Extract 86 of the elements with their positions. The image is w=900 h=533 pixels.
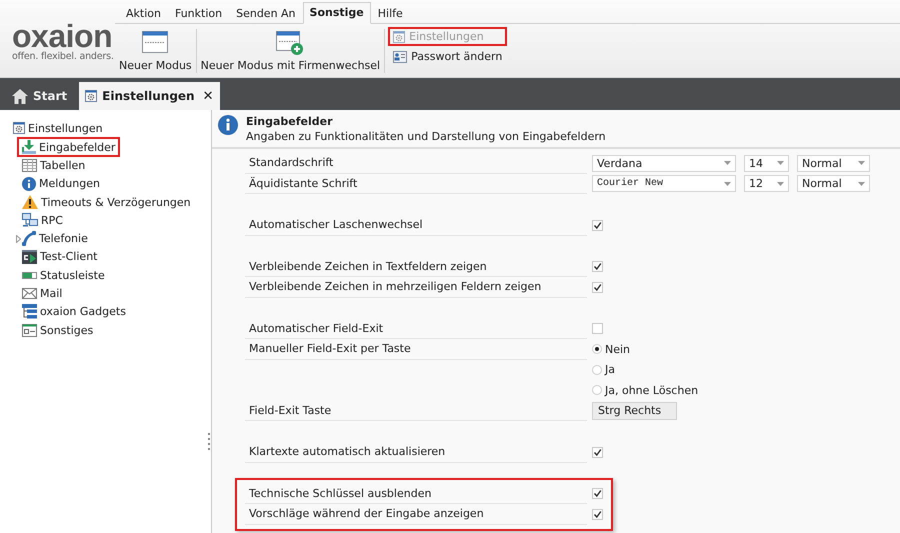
- setting-label: Automatischer Field-Exit: [245, 318, 587, 339]
- setting-label: Verbleibende Zeichen in Textfeldern zeigen: [245, 256, 587, 277]
- window-icon: [142, 30, 168, 54]
- setting-label: Verbleibende Zeichen in mehrzeiligen Feldern zeigen: [245, 277, 587, 298]
- checkbox[interactable]: [592, 323, 603, 334]
- gear-icon: [393, 30, 406, 42]
- window-plus-icon: [276, 30, 304, 56]
- logo-tagline: offen. flexibel. anders.: [12, 51, 114, 62]
- check-icon: [593, 220, 602, 230]
- tree-item[interactable]: Test-Client: [17, 246, 102, 267]
- id-card-icon: [393, 50, 408, 62]
- checkbox[interactable]: [592, 282, 603, 293]
- section-description: Angaben zu Funktionalitäten und Darstellung von Eingabefeldern: [246, 130, 606, 143]
- check-icon: [593, 489, 602, 498]
- tree-item[interactable]: oxaion Gadgets: [17, 302, 131, 322]
- info-icon: [22, 176, 36, 191]
- check-icon: [593, 282, 602, 292]
- caret-icon: [858, 182, 865, 186]
- setting-label: Klartexte automatisch aktualisieren: [245, 442, 587, 462]
- value-field[interactable]: Strg Rechts: [592, 402, 677, 420]
- arrow-down-icon: [22, 140, 36, 154]
- tree-item[interactable]: Timeouts & Verzögerungen: [17, 192, 196, 212]
- checkbox[interactable]: [592, 220, 603, 231]
- progress-bar-icon: [22, 272, 37, 279]
- setting-label: Äquidistante Schrift: [245, 174, 587, 194]
- caret-icon: [777, 182, 784, 186]
- tree-item[interactable]: Einstellungen: [8, 118, 108, 138]
- tree-item[interactable]: RPC: [17, 210, 68, 230]
- house-icon: [12, 88, 28, 104]
- dropdown[interactable]: Verdana: [592, 154, 736, 172]
- checkbox[interactable]: [592, 446, 603, 458]
- menu-tab[interactable]: Funktion: [168, 3, 230, 24]
- tab[interactable]: Start: [6, 82, 74, 110]
- close-button[interactable]: ✕: [202, 88, 214, 104]
- menu-tab[interactable]: Aktion: [119, 3, 168, 24]
- hierarchy-icon: [22, 304, 37, 320]
- info-icon: [218, 115, 238, 135]
- dropdown[interactable]: 12: [744, 175, 789, 192]
- phone-icon: [22, 231, 36, 246]
- logo: oxaion: [12, 22, 112, 50]
- ribbon-button[interactable]: Passwort ändern: [388, 47, 508, 66]
- setting-label: Manueller Field-Exit per Taste: [245, 339, 587, 360]
- check-icon: [593, 510, 602, 519]
- tree-item[interactable]: Sonstiges: [17, 320, 98, 340]
- menu-tab[interactable]: Hilfe: [370, 3, 410, 24]
- dropdown[interactable]: 14: [744, 154, 789, 172]
- caret-icon: [858, 161, 865, 166]
- radio-option[interactable]: Ja, ohne Löschen: [592, 384, 698, 397]
- checkbox[interactable]: [592, 508, 603, 520]
- tree-item[interactable]: Eingabefelder: [17, 137, 120, 158]
- setting-label: Technische Schlüssel ausblenden: [245, 484, 587, 504]
- checkbox[interactable]: [592, 488, 603, 500]
- setting-label: Field-Exit Taste: [245, 400, 587, 421]
- tree-item[interactable]: Statusleiste: [17, 265, 110, 286]
- envelope-icon: [22, 288, 37, 300]
- checkbox[interactable]: [592, 261, 603, 272]
- gear-icon: [13, 122, 25, 134]
- ribbon-button[interactable]: Neuer Modus: [115, 24, 196, 77]
- tree-item[interactable]: Telefonie: [17, 228, 93, 249]
- check-icon: [593, 262, 602, 272]
- setting-label: Vorschläge während der Eingabe anzeigen: [245, 504, 587, 524]
- gear-icon: [85, 90, 98, 102]
- menu-tab[interactable]: Senden An: [229, 3, 303, 24]
- section-title: Eingabefelder: [246, 115, 334, 128]
- check-icon: [593, 448, 602, 457]
- radio-option[interactable]: Ja: [592, 363, 615, 376]
- setting-label: Automatischer Laschenwechsel: [245, 215, 587, 236]
- form-icon: [22, 324, 37, 337]
- tree-item[interactable]: Meldungen: [17, 174, 105, 194]
- warning-icon: [22, 195, 38, 210]
- setting-label: Standardschrift: [245, 153, 587, 174]
- ribbon-button[interactable]: Neuer Modus mit Firmenwechsel: [196, 24, 384, 77]
- tab[interactable]: Einstellungen ✕: [79, 82, 220, 110]
- dropdown[interactable]: Courier New: [592, 175, 736, 192]
- dropdown[interactable]: Normal: [797, 154, 870, 172]
- caret-icon: [724, 182, 731, 186]
- caret-icon: [777, 161, 784, 166]
- monitors-icon: [22, 213, 38, 228]
- tree-item[interactable]: Mail: [17, 284, 68, 304]
- caret-icon: [724, 161, 731, 166]
- radio-option[interactable]: Nein: [592, 342, 630, 356]
- dropdown[interactable]: Normal: [797, 175, 870, 192]
- tree-item[interactable]: Tabellen: [17, 155, 90, 176]
- table-icon: [22, 158, 37, 172]
- menu-tab[interactable]: Sonstige: [302, 2, 371, 24]
- terminal-icon: [22, 250, 37, 264]
